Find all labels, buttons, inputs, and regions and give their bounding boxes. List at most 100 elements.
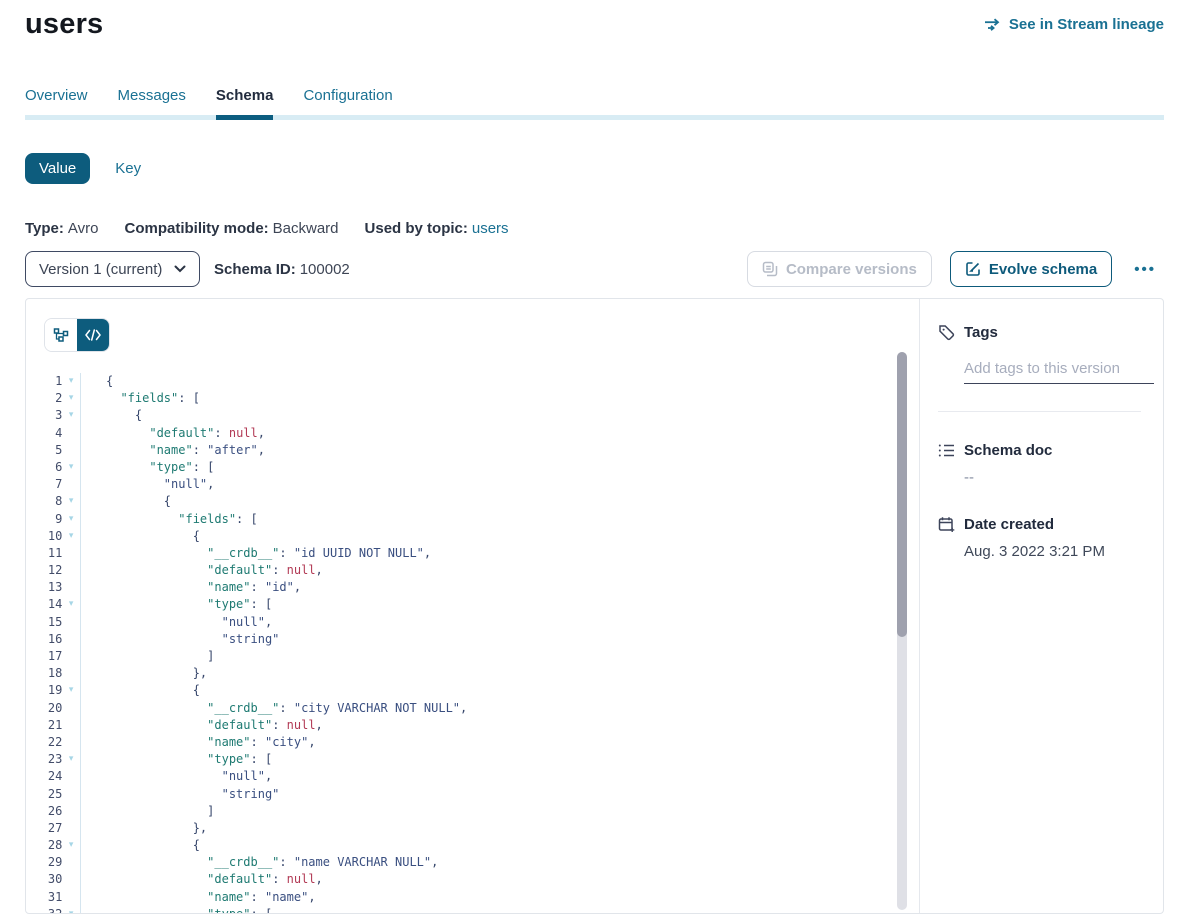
fold-spacer: [62, 579, 80, 596]
code-line: "name": "city",: [106, 734, 467, 751]
fold-spacer: [62, 700, 80, 717]
code-view-button[interactable]: [77, 319, 109, 351]
editor-scrollbar-thumb[interactable]: [897, 352, 907, 637]
line-number: 32: [26, 906, 62, 914]
line-number: 6: [26, 459, 62, 476]
gutter-line: 11: [26, 545, 80, 562]
schema-doc-value: --: [964, 469, 1143, 486]
gutter-line: 13: [26, 579, 80, 596]
fold-arrow-icon[interactable]: ▾: [62, 682, 80, 699]
gutter-line: 24: [26, 768, 80, 785]
code-line: "__crdb__": "id UUID NOT NULL",: [106, 545, 467, 562]
see-in-stream-lineage-link[interactable]: See in Stream lineage: [984, 16, 1164, 33]
schema-code-pane: 1▾2▾3▾456▾78▾9▾10▾11121314▾1516171819▾20…: [26, 299, 919, 913]
code-line: {: [106, 493, 467, 510]
line-number: 15: [26, 614, 62, 631]
gutter-line: 28▾: [26, 837, 80, 854]
fold-arrow-icon[interactable]: ▾: [62, 459, 80, 476]
gutter-line: 19▾: [26, 682, 80, 699]
code-line: "null",: [106, 768, 467, 785]
line-number: 19: [26, 682, 62, 699]
fold-spacer: [62, 820, 80, 837]
fold-arrow-icon[interactable]: ▾: [62, 407, 80, 424]
tab-bar: Overview Messages Schema Configuration: [25, 87, 1164, 120]
code-line: "fields": [: [106, 511, 467, 528]
fold-spacer: [62, 442, 80, 459]
line-number: 3: [26, 407, 62, 424]
compare-versions-button[interactable]: Compare versions: [747, 251, 932, 287]
line-number: 8: [26, 493, 62, 510]
tab-configuration[interactable]: Configuration: [303, 87, 392, 120]
gutter-line: 9▾: [26, 511, 80, 528]
code-line: {: [106, 528, 467, 545]
date-created-value: Aug. 3 2022 3:21 PM: [964, 543, 1143, 560]
editor-scrollbar-track[interactable]: [897, 352, 907, 910]
tab-schema[interactable]: Schema: [216, 87, 274, 120]
used-by-topic-field: Used by topic:users: [365, 220, 509, 237]
schema-sidebar: Tags Schema doc --: [919, 299, 1163, 913]
fold-spacer: [62, 734, 80, 751]
fold-arrow-icon[interactable]: ▾: [62, 390, 80, 407]
more-actions-button[interactable]: •••: [1126, 257, 1164, 282]
gutter-line: 22: [26, 734, 80, 751]
gutter-line: 6▾: [26, 459, 80, 476]
gutter-line: 27: [26, 820, 80, 837]
line-number: 17: [26, 648, 62, 665]
fold-spacer: [62, 768, 80, 785]
version-select[interactable]: Version 1 (current): [25, 251, 200, 287]
gutter-line: 29: [26, 854, 80, 871]
sidebar-divider: [938, 411, 1141, 412]
line-number: 29: [26, 854, 62, 871]
evolve-schema-button[interactable]: Evolve schema: [950, 251, 1112, 287]
tree-view-button[interactable]: [45, 319, 77, 351]
gutter: 1▾2▾3▾456▾78▾9▾10▾11121314▾1516171819▾20…: [26, 373, 81, 914]
code-line: "string": [106, 786, 467, 803]
gutter-line: 18: [26, 665, 80, 682]
fold-spacer: [62, 631, 80, 648]
line-number: 13: [26, 579, 62, 596]
tab-messages[interactable]: Messages: [118, 87, 186, 120]
fold-arrow-icon[interactable]: ▾: [62, 493, 80, 510]
tree-view-icon: [53, 327, 69, 343]
evolve-schema-icon: [965, 261, 981, 277]
fold-spacer: [62, 871, 80, 888]
value-toggle-button[interactable]: Value: [25, 153, 90, 184]
schema-json-editor[interactable]: 1▾2▾3▾456▾78▾9▾10▾11121314▾1516171819▾20…: [26, 373, 919, 914]
fold-spacer: [62, 425, 80, 442]
fold-arrow-icon[interactable]: ▾: [62, 837, 80, 854]
tag-icon: [938, 324, 955, 341]
line-number: 7: [26, 476, 62, 493]
schema-meta-row: Type:Avro Compatibility mode:Backward Us…: [25, 220, 1164, 237]
line-number: 28: [26, 837, 62, 854]
fold-arrow-icon[interactable]: ▾: [62, 751, 80, 768]
fold-spacer: [62, 476, 80, 493]
line-number: 12: [26, 562, 62, 579]
fold-arrow-icon[interactable]: ▾: [62, 906, 80, 914]
key-toggle-link[interactable]: Key: [115, 160, 141, 177]
code-line: "__crdb__": "city VARCHAR NOT NULL",: [106, 700, 467, 717]
tab-overview[interactable]: Overview: [25, 87, 88, 120]
fold-arrow-icon[interactable]: ▾: [62, 528, 80, 545]
line-number: 20: [26, 700, 62, 717]
line-number: 31: [26, 889, 62, 906]
line-number: 21: [26, 717, 62, 734]
line-number: 10: [26, 528, 62, 545]
fold-arrow-icon[interactable]: ▾: [62, 596, 80, 613]
code-line: "type": [: [106, 596, 467, 613]
gutter-line: 31: [26, 889, 80, 906]
fold-arrow-icon[interactable]: ▾: [62, 511, 80, 528]
line-number: 5: [26, 442, 62, 459]
line-number: 22: [26, 734, 62, 751]
code-line: "name": "after",: [106, 442, 467, 459]
fold-arrow-icon[interactable]: ▾: [62, 373, 80, 390]
gutter-line: 25: [26, 786, 80, 803]
add-tags-input[interactable]: [964, 360, 1154, 384]
topic-link[interactable]: users: [472, 220, 509, 237]
code-line: "name": "name",: [106, 889, 467, 906]
code-view-icon: [85, 329, 101, 341]
gutter-line: 8▾: [26, 493, 80, 510]
fold-spacer: [62, 665, 80, 682]
code-line: "type": [: [106, 459, 467, 476]
code-line: "__crdb__": "name VARCHAR NULL",: [106, 854, 467, 871]
list-icon: [938, 443, 955, 458]
